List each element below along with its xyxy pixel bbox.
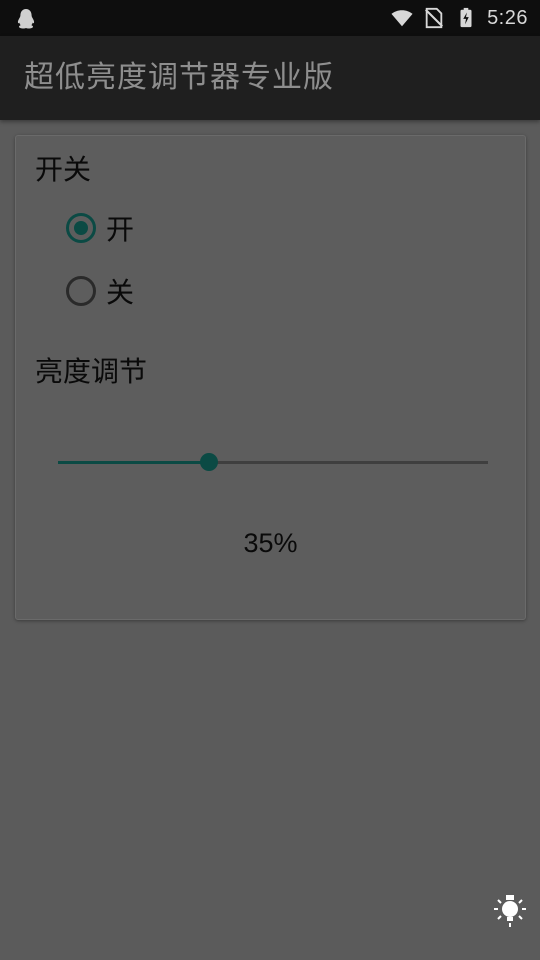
radio-option-off[interactable]: 关: [66, 271, 134, 311]
radio-button-unchecked[interactable]: [66, 276, 96, 306]
status-bar: 5:26: [0, 0, 540, 36]
radio-option-on[interactable]: 开: [66, 208, 134, 248]
slider-fill: [58, 461, 209, 464]
radio-button-checked[interactable]: [66, 213, 96, 243]
no-sim-icon: [425, 7, 444, 29]
switch-section-label: 开关: [35, 153, 92, 186]
qq-penguin-icon: [17, 9, 35, 29]
settings-card: 开关 开 关 亮度调节 35%: [15, 135, 526, 620]
brightness-section-label: 亮度调节: [35, 355, 148, 388]
radio-label-on: 开: [106, 213, 135, 246]
status-time: 5:26: [487, 6, 528, 29]
slider-thumb[interactable]: [199, 453, 218, 471]
battery-charging-icon: [460, 7, 472, 28]
wifi-icon: [391, 10, 413, 27]
brightness-slider[interactable]: [58, 446, 488, 478]
app-title: 超低亮度调节器专业版: [24, 60, 334, 95]
brightness-bulb-icon[interactable]: [492, 892, 528, 928]
app-bar: 超低亮度调节器专业版: [0, 36, 540, 120]
brightness-percent: 35%: [243, 528, 298, 558]
radio-label-off: 关: [106, 276, 135, 309]
